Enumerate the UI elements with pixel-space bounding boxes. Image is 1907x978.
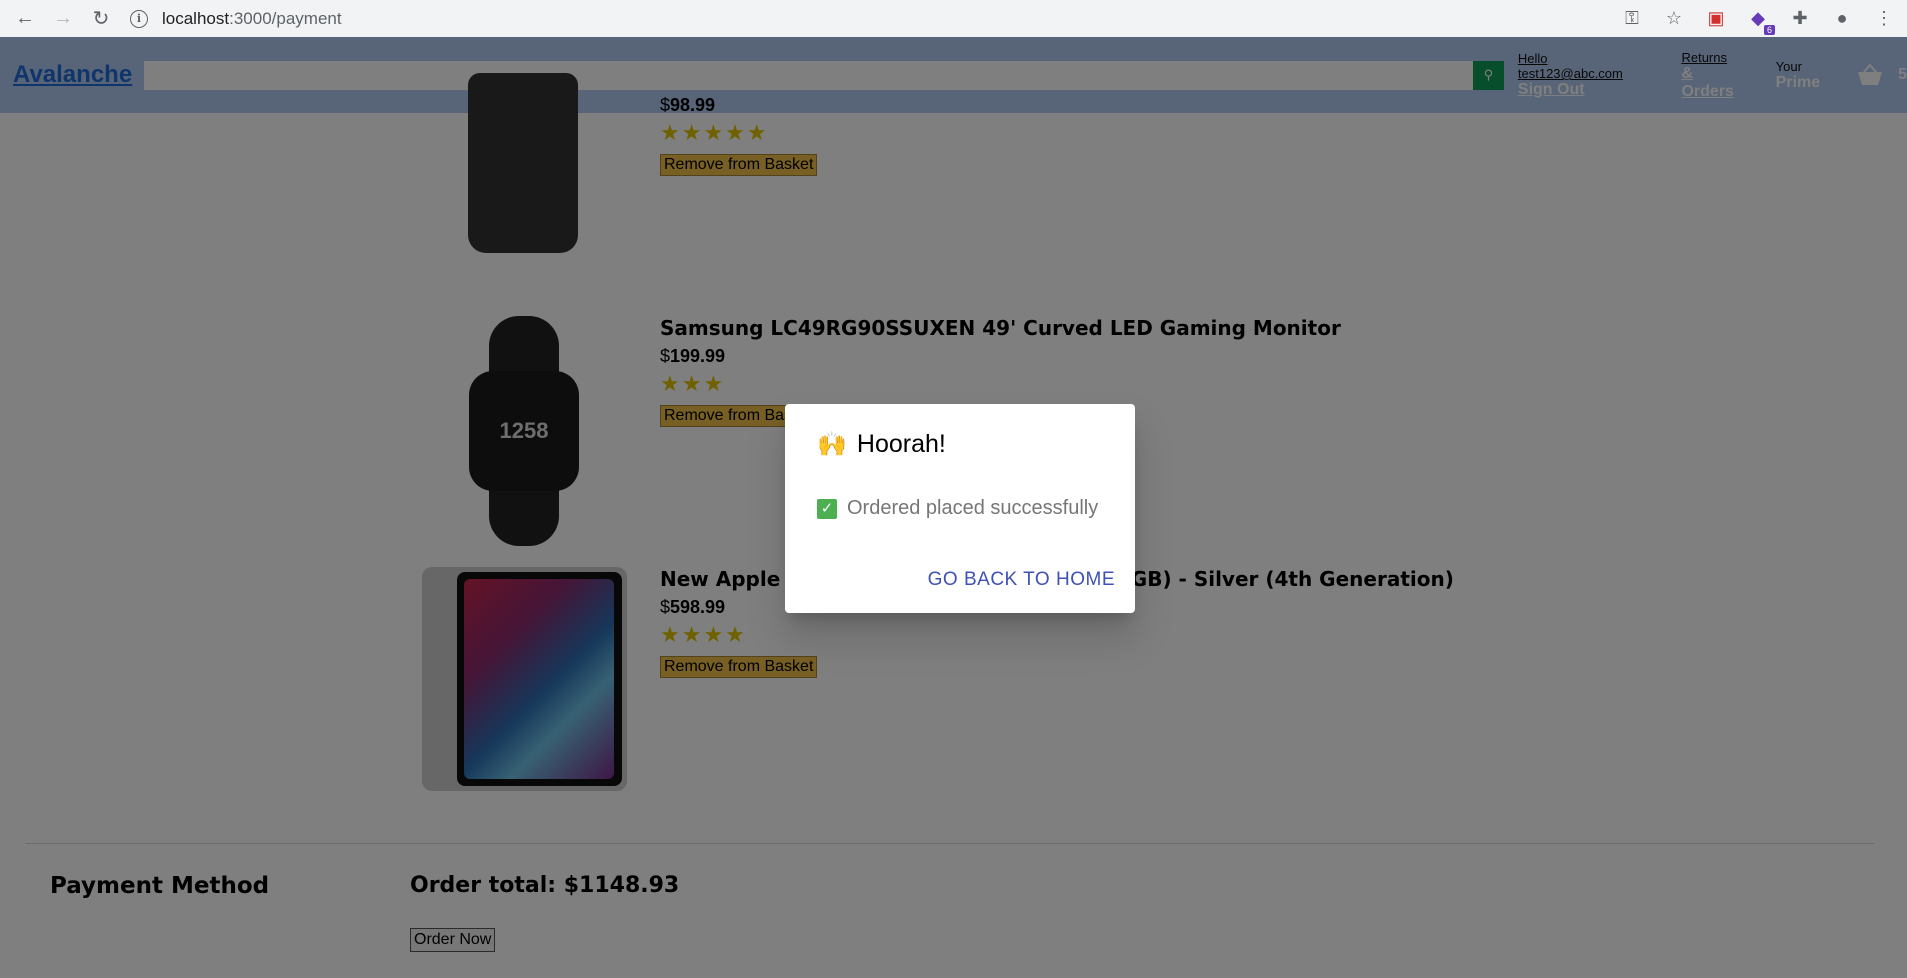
dialog-message: ✓ Ordered placed successfully <box>817 497 1098 520</box>
success-dialog: 🙌 Hoorah! ✓ Ordered placed successfully … <box>785 404 1135 613</box>
key-icon[interactable]: ⚿ <box>1621 8 1643 30</box>
reload-icon[interactable]: ↻ <box>86 4 116 34</box>
url-host: localhost <box>162 8 230 28</box>
url-path: :3000/payment <box>229 8 342 28</box>
go-back-home-button[interactable]: GO BACK TO HOME <box>928 569 1115 591</box>
extension-icon[interactable]: ◆ 6 <box>1747 8 1775 35</box>
raised-hands-icon: 🙌 <box>817 431 847 458</box>
back-icon[interactable]: ← <box>10 4 40 34</box>
dialog-title: 🙌 Hoorah! <box>817 430 946 459</box>
menu-icon[interactable]: ⋮ <box>1873 8 1895 30</box>
browser-toolbar: ← → ↻ i localhost:3000/payment ⚿ ☆ ▣ ◆ 6 … <box>0 0 1907 37</box>
extension-badge: 6 <box>1763 24 1775 35</box>
site-info-icon[interactable]: i <box>130 9 148 28</box>
address-bar[interactable]: i localhost:3000/payment <box>130 4 342 34</box>
star-icon[interactable]: ☆ <box>1663 8 1685 30</box>
pocket-extension-icon[interactable]: ▣ <box>1705 8 1727 30</box>
forward-icon[interactable]: → <box>48 4 78 34</box>
puzzle-icon[interactable]: ✚ <box>1789 8 1811 30</box>
check-icon: ✓ <box>817 498 837 519</box>
dialog-message-text: Ordered placed successfully <box>847 497 1099 519</box>
dialog-title-text: Hoorah! <box>856 430 946 458</box>
profile-icon[interactable]: ● <box>1831 8 1853 30</box>
